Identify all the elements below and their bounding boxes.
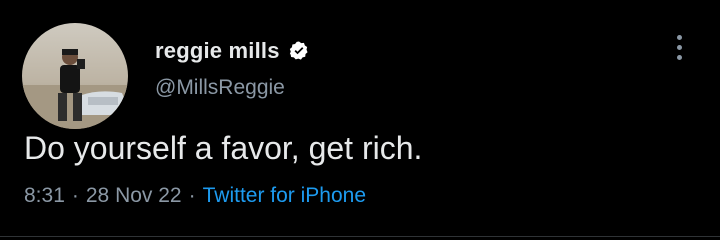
more-options-button[interactable] bbox=[664, 27, 694, 67]
author-handle[interactable]: @MillsReggie bbox=[155, 76, 285, 100]
meta-separator: · bbox=[71, 184, 79, 207]
tweet-meta: 8:31 · 28 Nov 22 · Twitter for iPhone bbox=[24, 184, 366, 208]
more-dot bbox=[676, 54, 682, 60]
more-dot bbox=[676, 34, 682, 40]
meta-separator: · bbox=[188, 184, 196, 207]
display-name[interactable]: reggie mills bbox=[155, 38, 280, 64]
avatar[interactable] bbox=[22, 23, 128, 129]
verified-badge-icon bbox=[289, 41, 308, 60]
tweet-source-link[interactable]: Twitter for iPhone bbox=[203, 184, 366, 208]
tweet-time[interactable]: 8:31 bbox=[24, 184, 65, 208]
divider bbox=[0, 236, 720, 237]
tweet: reggie mills @MillsReggie Do yourself a … bbox=[0, 0, 720, 240]
author-name-row[interactable]: reggie mills bbox=[155, 36, 310, 66]
tweet-date[interactable]: 28 Nov 22 bbox=[86, 184, 182, 208]
tweet-text: Do yourself a favor, get rich. bbox=[24, 130, 423, 166]
more-dot bbox=[676, 44, 682, 50]
